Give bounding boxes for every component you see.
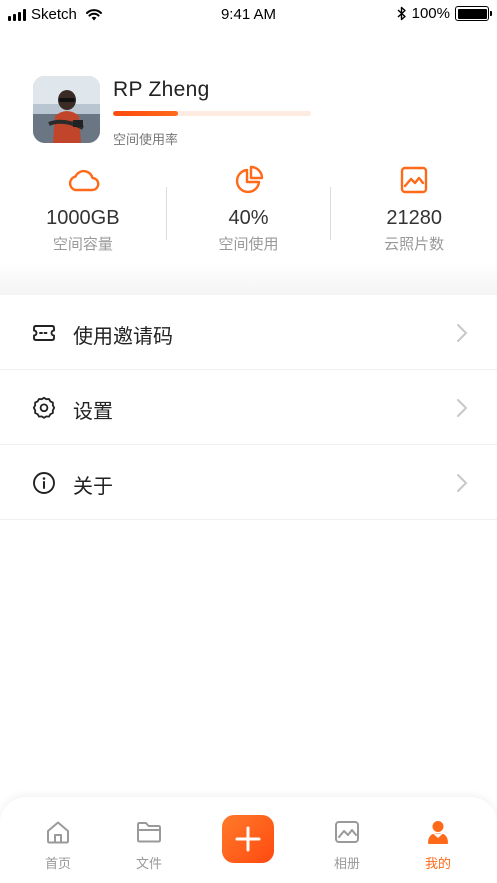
menu-label: 使用邀请码 <box>73 326 173 348</box>
stat-value: 1000GB <box>46 207 120 229</box>
image-icon <box>400 166 428 194</box>
user-icon <box>428 821 448 844</box>
menu-item-settings[interactable]: 设置 <box>0 370 497 445</box>
folder-icon <box>137 822 161 843</box>
stat-value: 40% <box>228 207 269 229</box>
profile-header: RP Zheng 空间使用率 <box>33 76 473 147</box>
avatar-photo <box>33 76 100 143</box>
stat-value: 21280 <box>386 207 442 229</box>
menu-label: 设置 <box>73 401 113 423</box>
tab-label: 我的 <box>424 856 451 871</box>
stat-label: 空间容量 <box>52 236 113 253</box>
tab-mine[interactable]: 我的 <box>408 819 468 872</box>
avatar[interactable] <box>33 76 100 143</box>
ticket-icon <box>33 325 55 341</box>
stat-photos: 21280 云照片数 <box>331 165 497 265</box>
tab-label: 首页 <box>44 856 71 871</box>
tab-label: 相册 <box>333 856 360 871</box>
settings-menu: 使用邀请码 设置 关于 <box>0 295 497 520</box>
info-icon <box>33 472 55 494</box>
plus-icon <box>235 826 261 852</box>
chevron-right-icon <box>457 474 467 492</box>
menu-label: 关于 <box>73 476 113 498</box>
section-divider <box>0 262 497 295</box>
divider <box>165 187 167 240</box>
stat-label: 云照片数 <box>384 236 445 253</box>
tab-album[interactable]: 相册 <box>317 819 377 872</box>
status-bar: Sketch 9:41 AM 100% <box>0 0 497 30</box>
stat-capacity: 1000GB 空间容量 <box>0 165 166 265</box>
chevron-right-icon <box>457 324 467 342</box>
status-right: 100% <box>397 5 492 22</box>
stat-label: 空间使用 <box>218 236 279 253</box>
usage-progress-bar <box>113 111 311 116</box>
album-icon <box>335 821 359 843</box>
stats-row: 1000GB 空间容量 40% 空间使用 21280 云照片数 <box>0 165 497 265</box>
battery-icon <box>455 6 492 21</box>
usage-label: 空间使用率 <box>113 132 179 147</box>
tab-label: 文件 <box>135 856 162 871</box>
tab-bar: 首页 文件 相册 我的 <box>0 797 497 883</box>
menu-item-about[interactable]: 关于 <box>0 445 497 520</box>
tab-home[interactable]: 首页 <box>28 819 88 872</box>
stat-usage: 40% 空间使用 <box>165 165 332 265</box>
username: RP Zheng <box>113 78 210 101</box>
menu-item-invite-code[interactable]: 使用邀请码 <box>0 295 497 370</box>
tab-files[interactable]: 文件 <box>119 819 179 872</box>
pie-chart-icon <box>235 165 263 194</box>
gear-icon <box>32 396 56 419</box>
battery-percent: 100% <box>411 5 450 22</box>
bluetooth-icon <box>397 6 406 21</box>
cloud-icon <box>68 169 100 192</box>
add-button[interactable] <box>222 815 274 863</box>
home-icon <box>47 821 69 844</box>
chevron-right-icon <box>457 399 467 417</box>
usage-progress-fill <box>113 111 179 116</box>
